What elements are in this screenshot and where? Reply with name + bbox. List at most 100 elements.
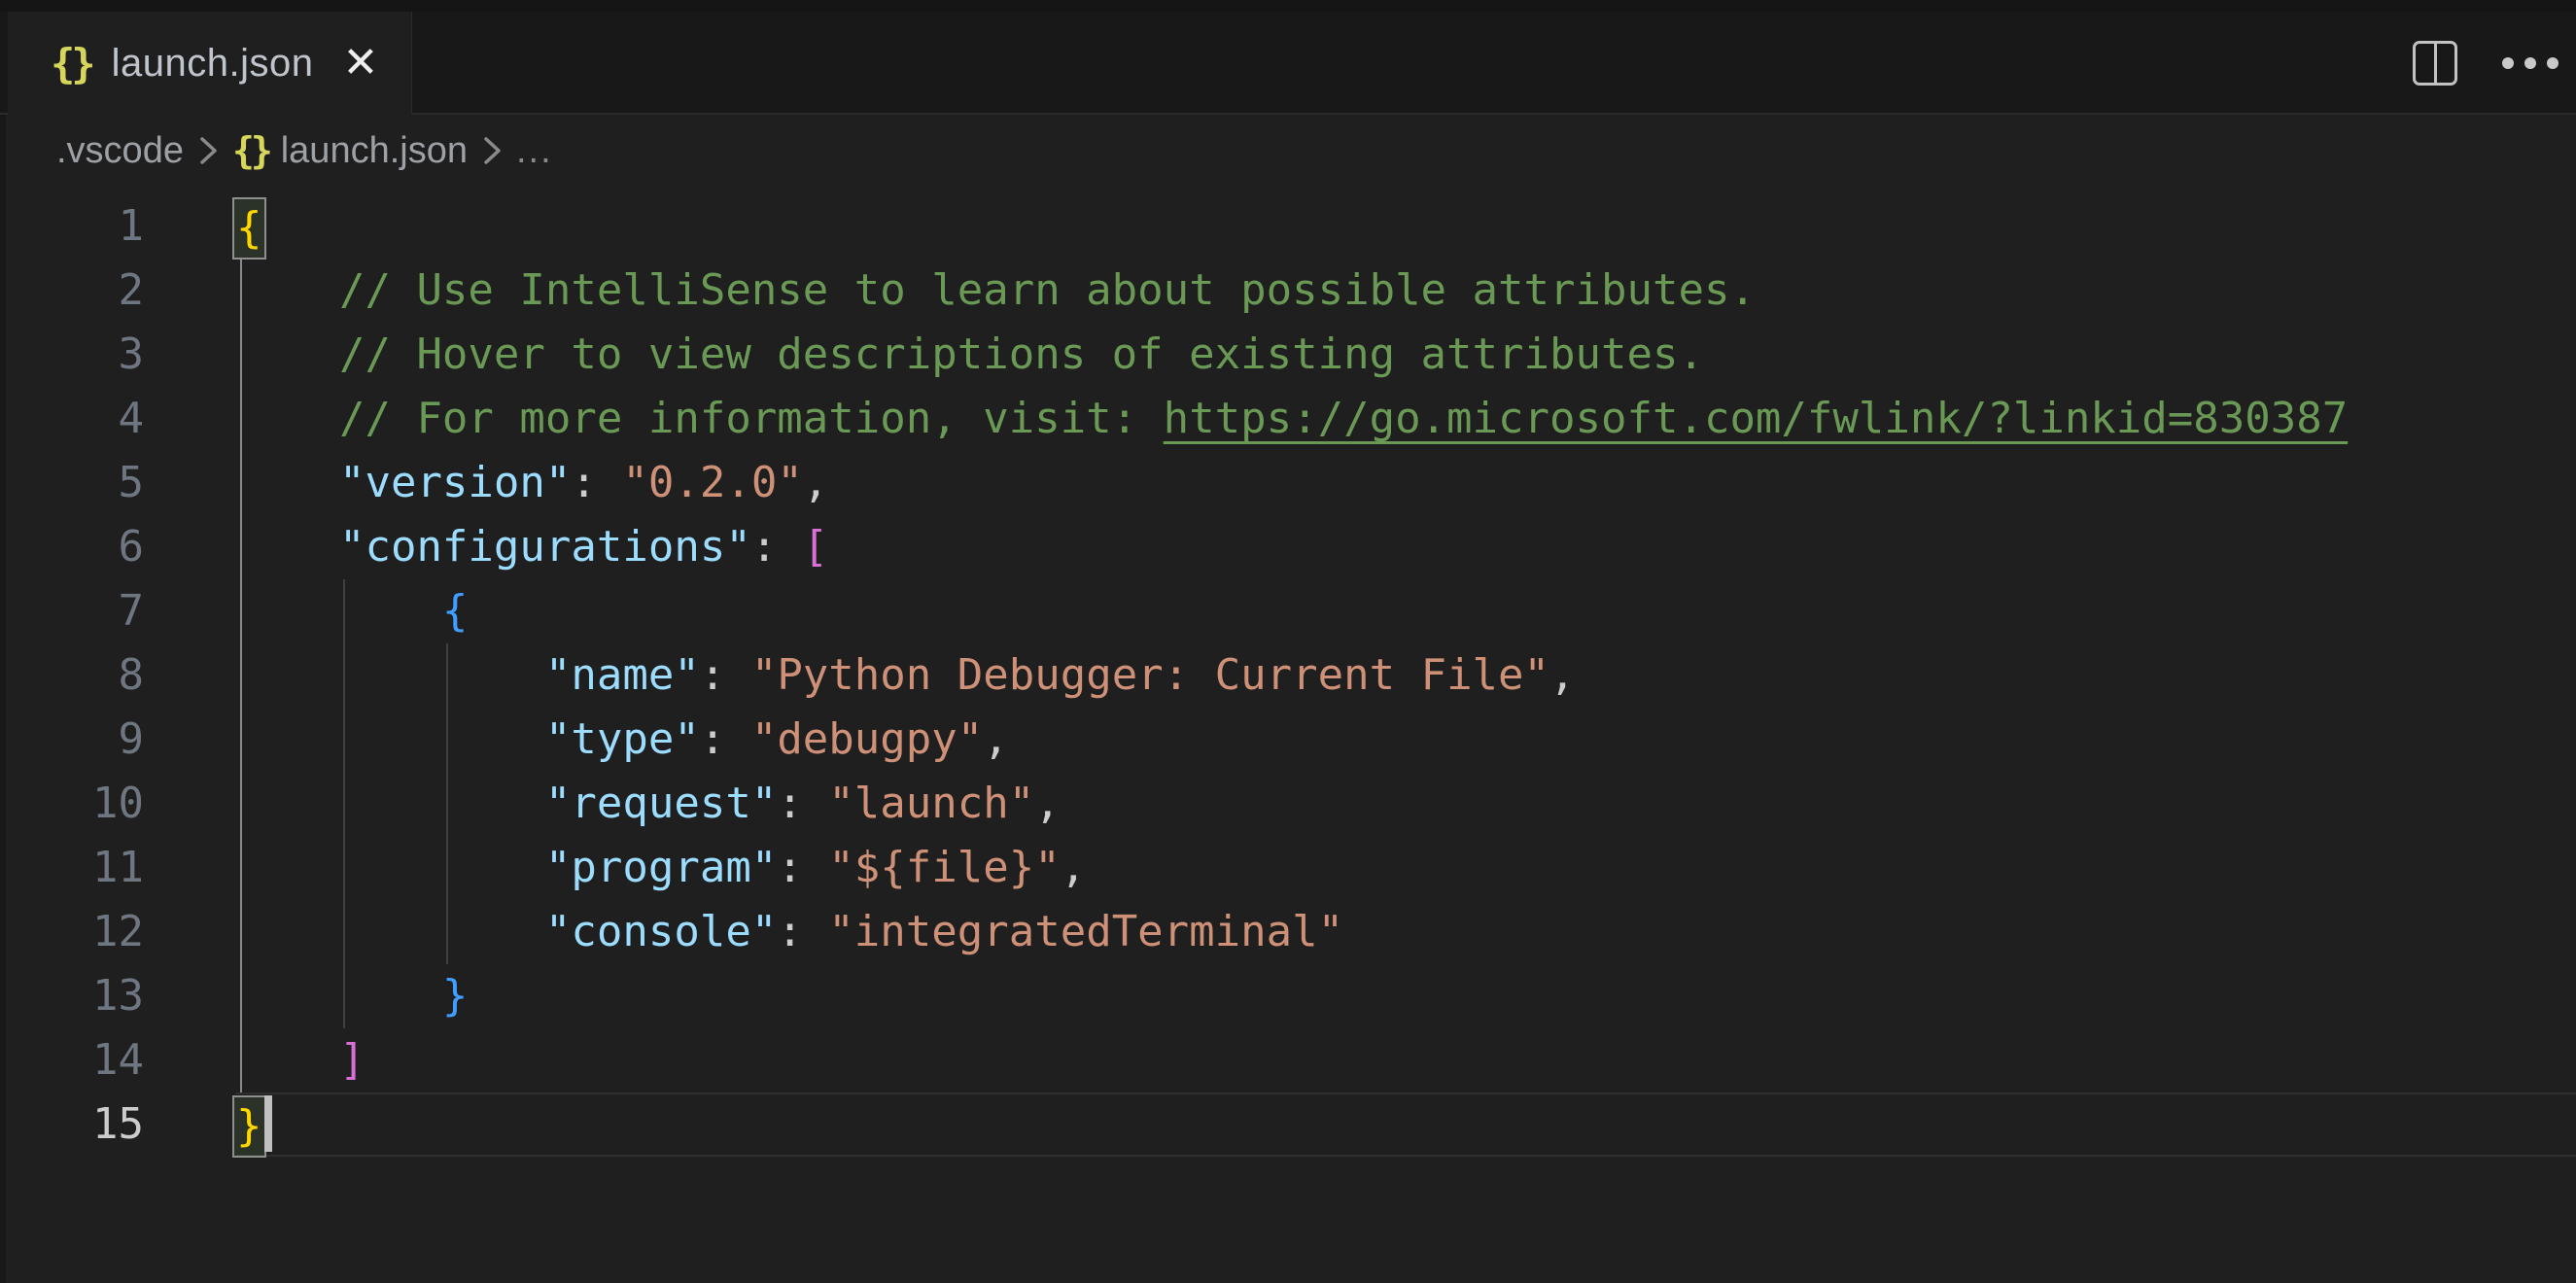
- line-number[interactable]: 3: [6, 323, 144, 387]
- code-token: https://go.microsoft.com/fwlink/?linkid=…: [1164, 394, 2349, 443]
- code-token: "console": [545, 907, 777, 956]
- window-top-edge: [0, 0, 2576, 12]
- line-number[interactable]: 14: [6, 1028, 144, 1092]
- code-line[interactable]: // Hover to view descriptions of existin…: [236, 323, 2576, 387]
- line-number[interactable]: 9: [6, 708, 144, 772]
- more-actions-icon[interactable]: [2500, 52, 2560, 75]
- code-area[interactable]: { // Use IntelliSense to learn about pos…: [156, 194, 2576, 1283]
- chevron-right-icon: [193, 127, 223, 174]
- gutter: 123456789101112131415: [6, 194, 156, 1283]
- breadcrumb-file[interactable]: launch.json: [281, 130, 468, 172]
- code-line[interactable]: }: [236, 1092, 2576, 1157]
- line-number[interactable]: 13: [6, 964, 144, 1028]
- breadcrumb-folder[interactable]: .vscode: [56, 130, 184, 172]
- code-token: :: [751, 522, 803, 572]
- code-token: [: [803, 522, 829, 572]
- code-token: [236, 843, 545, 892]
- code-line[interactable]: "request": "launch",: [236, 772, 2576, 836]
- code-token: [236, 265, 339, 315]
- code-line[interactable]: }: [236, 964, 2576, 1028]
- editor: 123456789101112131415 { // Use IntelliSe…: [6, 187, 2576, 1283]
- code-token: "debugpy": [751, 714, 983, 764]
- code-token: }: [442, 971, 469, 1021]
- code-token: ,: [983, 714, 1009, 764]
- json-file-icon: {}: [232, 129, 269, 172]
- code-token: ,: [1034, 779, 1061, 828]
- code-line[interactable]: {: [236, 579, 2576, 643]
- code-token: "0.2.0": [622, 458, 802, 507]
- code-token: [236, 907, 545, 956]
- code-token: "Python Debugger: Current File": [751, 650, 1549, 700]
- code-line[interactable]: "configurations": [: [236, 515, 2576, 579]
- line-number[interactable]: 2: [6, 259, 144, 323]
- code-token: :: [777, 779, 828, 828]
- code-token: [236, 458, 339, 507]
- code-line[interactable]: "console": "integratedTerminal": [236, 900, 2576, 964]
- code-token: [236, 779, 545, 828]
- code-token: ,: [803, 458, 829, 507]
- text-cursor: [264, 1095, 272, 1152]
- line-number[interactable]: 1: [6, 194, 144, 259]
- split-divider: [2434, 44, 2437, 83]
- code-token: [236, 586, 442, 636]
- code-line[interactable]: "name": "Python Debugger: Current File",: [236, 643, 2576, 708]
- dot: [2524, 57, 2536, 69]
- code-token: {: [442, 586, 469, 636]
- editor-group: .vscode {} launch.json ... 1234567891011…: [0, 115, 2576, 1283]
- code-token: ,: [1549, 650, 1576, 700]
- code-token: "name": [545, 650, 700, 700]
- line-number[interactable]: 8: [6, 643, 144, 708]
- code-token: "version": [339, 458, 571, 507]
- breadcrumb: .vscode {} launch.json ...: [6, 115, 2576, 187]
- code-token: [236, 394, 339, 443]
- dot: [2502, 57, 2514, 69]
- code-token: [236, 971, 442, 1021]
- code-token: "integratedTerminal": [828, 907, 1343, 956]
- code-line[interactable]: "type": "debugpy",: [236, 708, 2576, 772]
- code-line[interactable]: ]: [236, 1028, 2576, 1092]
- line-number[interactable]: 4: [6, 387, 144, 451]
- chevron-right-icon: [477, 127, 506, 174]
- code-token: [236, 1035, 339, 1085]
- code-token: :: [700, 714, 751, 764]
- code-line[interactable]: // For more information, visit: https://…: [236, 387, 2576, 451]
- dot: [2547, 57, 2559, 69]
- code-token: [236, 650, 545, 700]
- line-number[interactable]: 12: [6, 900, 144, 964]
- line-number[interactable]: 11: [6, 836, 144, 900]
- tab-label: launch.json: [112, 42, 314, 86]
- code-token: // For more information, visit:: [339, 394, 1164, 443]
- code-token: [236, 522, 339, 572]
- code-token: :: [700, 650, 751, 700]
- code-token: // Use IntelliSense to learn about possi…: [339, 265, 1756, 315]
- code-token: "program": [545, 843, 777, 892]
- code-line[interactable]: {: [236, 194, 2576, 259]
- line-number[interactable]: 15: [6, 1092, 144, 1157]
- code-token: "request": [545, 779, 777, 828]
- code-token: [236, 329, 339, 379]
- code-token: ,: [1061, 843, 1087, 892]
- json-file-icon: {}: [51, 40, 92, 87]
- code-token: // Hover to view descriptions of existin…: [339, 329, 1704, 379]
- code-token: "launch": [828, 779, 1034, 828]
- code-token: "configurations": [339, 522, 751, 572]
- matched-bracket: }: [234, 1097, 264, 1156]
- line-number[interactable]: 10: [6, 772, 144, 836]
- breadcrumb-symbol[interactable]: ...: [516, 130, 553, 172]
- line-number[interactable]: 6: [6, 515, 144, 579]
- split-editor-icon[interactable]: [2413, 41, 2457, 86]
- matched-bracket: {: [234, 199, 264, 258]
- code-line[interactable]: "version": "0.2.0",: [236, 451, 2576, 515]
- tab-bar: {} launch.json ✕: [0, 12, 2576, 115]
- line-number[interactable]: 5: [6, 451, 144, 515]
- code-line[interactable]: "program": "${file}",: [236, 836, 2576, 900]
- line-number[interactable]: 7: [6, 579, 144, 643]
- code-token: "type": [545, 714, 700, 764]
- code-line[interactable]: // Use IntelliSense to learn about possi…: [236, 259, 2576, 323]
- code-token: "${file}": [828, 843, 1060, 892]
- code-token: [236, 714, 545, 764]
- editor-actions: [2413, 12, 2576, 115]
- tab-launch-json[interactable]: {} launch.json ✕: [8, 12, 412, 115]
- close-icon[interactable]: ✕: [342, 42, 378, 85]
- code-token: ]: [339, 1035, 366, 1085]
